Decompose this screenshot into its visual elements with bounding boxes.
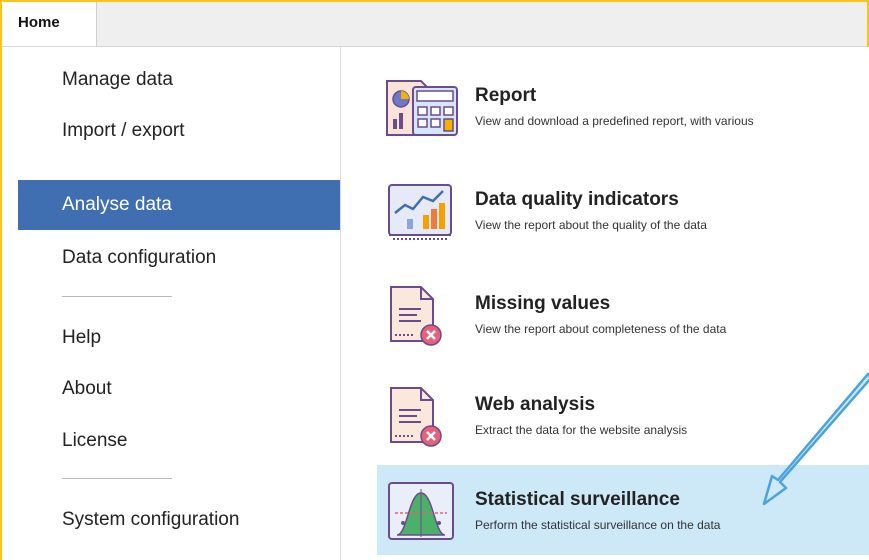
- tool-description: View the report about completeness of th…: [475, 322, 727, 336]
- document-error-icon: [390, 387, 442, 447]
- report-icon: [386, 80, 458, 136]
- tool-title: Data quality indicators: [475, 189, 679, 210]
- sidebar-divider: [62, 478, 172, 479]
- tool-report[interactable]: Report View and download a predefined re…: [377, 61, 869, 151]
- tool-title: Report: [475, 85, 537, 106]
- sidebar-divider: [62, 296, 172, 297]
- tab-home[interactable]: Home: [2, 2, 97, 46]
- sidebar-item-import-export[interactable]: Import / export: [18, 106, 340, 156]
- window-frame: Home Manage data Import / export Analyse…: [0, 0, 869, 560]
- document-error-icon: [390, 286, 442, 346]
- tool-title: Statistical surveillance: [475, 489, 680, 510]
- sidebar-item-manage-data[interactable]: Manage data: [18, 55, 340, 105]
- sidebar-item-system-configuration[interactable]: System configuration: [18, 495, 340, 545]
- sidebar: Manage data Import / export Analyse data…: [2, 47, 341, 560]
- sidebar-item-analyse-data[interactable]: Analyse data: [18, 180, 340, 230]
- sidebar-item-help[interactable]: Help: [18, 313, 340, 363]
- tab-bar: Home: [2, 2, 867, 47]
- tool-title: Web analysis: [475, 394, 596, 415]
- tool-data-quality-indicators[interactable]: Data quality indicators View the report …: [377, 165, 869, 255]
- bell-curve-chart-icon: [388, 482, 454, 540]
- sidebar-item-about[interactable]: About: [18, 364, 340, 414]
- tool-title: Missing values: [475, 293, 611, 314]
- tool-description: View the report about the quality of the…: [475, 218, 707, 232]
- annotation-arrow-icon: [762, 372, 869, 506]
- sidebar-item-data-configuration[interactable]: Data configuration: [18, 233, 340, 283]
- tool-description: Perform the statistical surveillance on …: [475, 518, 721, 532]
- tool-description: Extract the data for the website analysi…: [475, 423, 688, 437]
- tool-description: View and download a predefined report, w…: [475, 114, 754, 128]
- sidebar-item-license[interactable]: License: [18, 416, 340, 466]
- data-quality-chart-icon: [388, 184, 452, 240]
- tool-missing-values[interactable]: Missing values View the report about com…: [377, 269, 869, 359]
